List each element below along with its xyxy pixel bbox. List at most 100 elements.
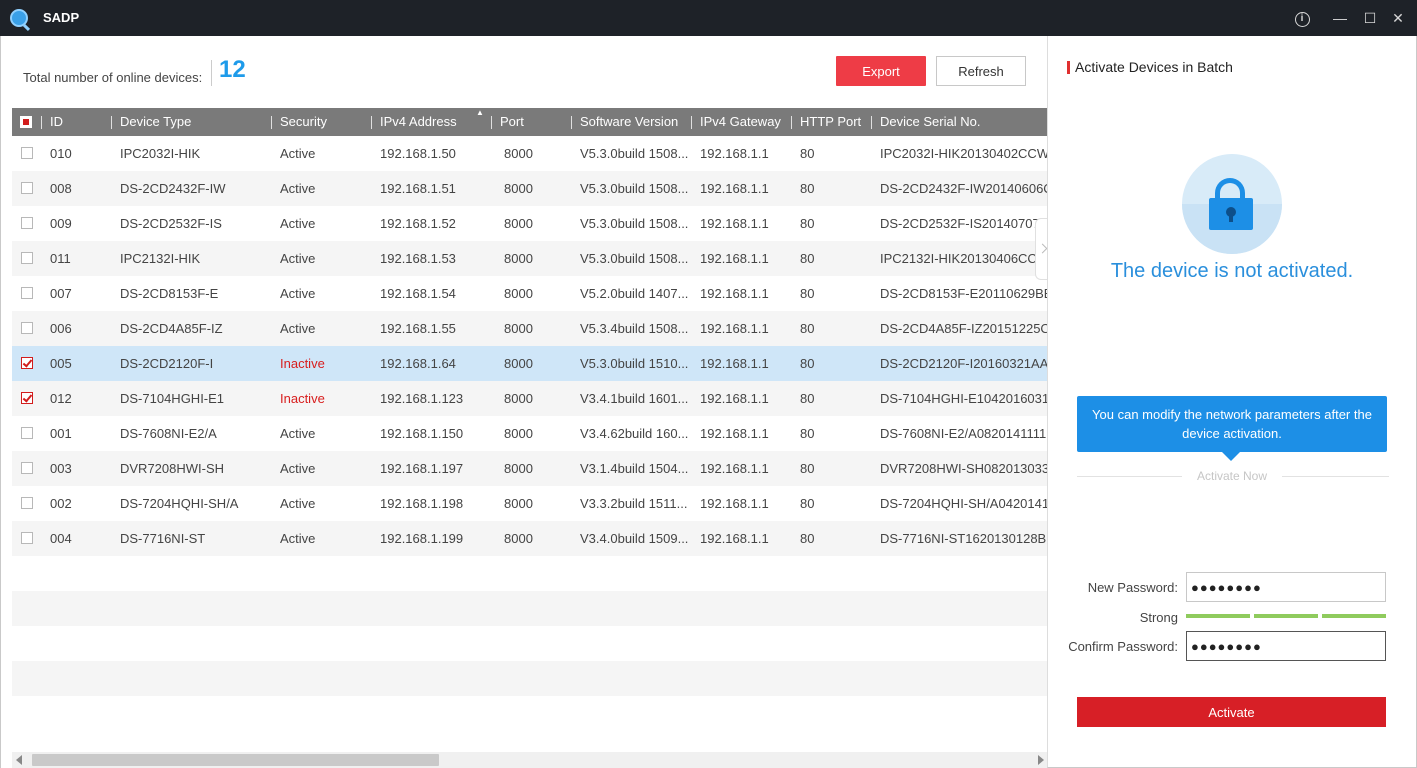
scroll-right-icon[interactable] (1038, 755, 1044, 765)
cell-ipv4-gateway: 192.168.1.1 (700, 461, 769, 476)
cell-device-id: 012 (50, 391, 72, 406)
table-row[interactable]: 005 DS-2CD2120F-I Inactive 192.168.1.64 8000… (12, 346, 1048, 381)
cell-software-version: V5.3.0build 1508... (580, 216, 689, 231)
row-checkbox[interactable] (21, 392, 33, 404)
cell-ipv4-address: 192.168.1.123 (380, 391, 464, 406)
row-checkbox[interactable] (21, 427, 33, 439)
table-row[interactable]: 006 DS-2CD4A85F-IZ Active 192.168.1.55 8000 V… (12, 311, 1048, 346)
column-header-id[interactable]: ID (41, 108, 63, 136)
table-row[interactable]: 012 DS-7104HGHI-E1 Inactive 192.168.1.123 80… (12, 381, 1048, 416)
cell-device-serial: DS-2CD2432F-IW20140606CC (880, 181, 1048, 196)
cell-device-id: 001 (50, 426, 72, 441)
cell-device-type: DS-7608NI-E2/A (120, 426, 217, 441)
cell-device-serial: DS-7204HQHI-SH/A04201411 (880, 496, 1048, 511)
cell-software-version: V5.3.0build 1508... (580, 146, 689, 161)
cell-http-port: 80 (800, 181, 815, 196)
minimize-button[interactable]: — (1330, 8, 1350, 28)
cell-http-port: 80 (800, 496, 815, 511)
table-row[interactable]: 009 DS-2CD2532F-IS Active 192.168.1.52 8000 V… (12, 206, 1048, 241)
cell-software-version: V5.3.0build 1510... (580, 356, 689, 371)
column-header-device-serial-no[interactable]: Device Serial No. (870, 108, 980, 136)
cell-port: 8000 (504, 496, 533, 511)
row-checkbox[interactable] (21, 182, 33, 194)
table-row[interactable]: 011 IPC2132I-HIK Active 192.168.1.53 8000 V5.… (12, 241, 1048, 276)
cell-ipv4-gateway: 192.168.1.1 (700, 356, 769, 371)
cell-ipv4-address: 192.168.1.150 (380, 426, 464, 441)
cell-ipv4-address: 192.168.1.64 (380, 356, 456, 371)
row-checkbox[interactable] (21, 147, 33, 159)
cell-security-status: Active (280, 251, 316, 266)
table-row[interactable]: 008 DS-2CD2432F-IW Active 192.168.1.51 8000 V… (12, 171, 1048, 206)
table-row[interactable]: 010 IPC2032I-HIK Active 192.168.1.50 8000 V5.… (12, 136, 1048, 171)
new-password-field[interactable] (1186, 572, 1386, 602)
cell-security-status: Active (280, 496, 316, 511)
activation-status-text: The device is not activated. (1110, 260, 1354, 282)
table-row[interactable]: 002 DS-7204HQHI-SH/A Active 192.168.1.198 80… (12, 486, 1048, 521)
strength-segment (1254, 614, 1318, 618)
horizontal-scrollbar[interactable] (12, 752, 1048, 768)
refresh-button[interactable]: Refresh (936, 56, 1026, 86)
cell-ipv4-gateway: 192.168.1.1 (700, 216, 769, 231)
column-header-software-version[interactable]: Software Version (570, 108, 678, 136)
table-row[interactable]: 001 DS-7608NI-E2/A Active 192.168.1.150 8000… (12, 416, 1048, 451)
scrollbar-thumb[interactable] (32, 754, 439, 766)
cell-device-serial: IPC2032I-HIK20130402CCWR (880, 146, 1048, 161)
column-header-device-type[interactable]: Device Type (110, 108, 191, 136)
cell-port: 8000 (504, 461, 533, 476)
online-count-label: Total number of online devices: (23, 70, 203, 85)
cell-http-port: 80 (800, 216, 815, 231)
new-password-label: New Password: (1087, 580, 1178, 595)
cell-ipv4-address: 192.168.1.55 (380, 321, 456, 336)
cell-device-serial: DS-7608NI-E2/A0820141111 (880, 426, 1047, 441)
cell-ipv4-gateway: 192.168.1.1 (700, 321, 769, 336)
row-checkbox[interactable] (21, 497, 33, 509)
about-info-icon[interactable]: i (1292, 8, 1312, 28)
cell-security-status: Active (280, 531, 316, 546)
cell-device-type: DS-2CD2120F-I (120, 356, 214, 371)
column-header-http-port[interactable]: HTTP Port (790, 108, 861, 136)
cell-port: 8000 (504, 146, 533, 161)
empty-row (12, 696, 1048, 724)
cell-software-version: V3.4.0build 1509... (580, 531, 689, 546)
window-title: SADP (43, 10, 80, 25)
table-row[interactable]: 007 DS-2CD8153F-E Active 192.168.1.54 8000 V5… (12, 276, 1048, 311)
cell-device-id: 005 (50, 356, 72, 371)
cell-device-id: 010 (50, 146, 72, 161)
scroll-left-icon[interactable] (16, 755, 22, 765)
cell-ipv4-gateway: 192.168.1.1 (700, 286, 769, 301)
title-accent-bar (1067, 61, 1070, 74)
cell-port: 8000 (504, 251, 533, 266)
network-params-tooltip: You can modify the network parameters af… (1077, 396, 1387, 461)
row-checkbox[interactable] (21, 357, 33, 369)
strength-segment (1186, 614, 1250, 618)
column-header-ipv4-gateway[interactable]: IPv4 Gateway (691, 108, 781, 136)
row-checkbox[interactable] (21, 252, 33, 264)
cell-port: 8000 (504, 531, 533, 546)
cell-device-id: 002 (50, 496, 72, 511)
online-count-value: 12 (219, 56, 246, 83)
row-checkbox[interactable] (21, 322, 33, 334)
row-checkbox[interactable] (21, 287, 33, 299)
row-checkbox[interactable] (21, 532, 33, 544)
close-button[interactable]: ✕ (1388, 8, 1408, 28)
column-header-ipv4-address[interactable]: IPv4 Address (371, 108, 457, 136)
title-bar: SADP i — ☐ ✕ (0, 0, 1417, 36)
export-button[interactable]: Export (836, 56, 926, 86)
row-checkbox[interactable] (21, 462, 33, 474)
row-checkbox[interactable] (21, 217, 33, 229)
cell-software-version: V5.3.4build 1508... (580, 321, 689, 336)
cell-http-port: 80 (800, 251, 815, 266)
cell-ipv4-address: 192.168.1.52 (380, 216, 456, 231)
table-row[interactable]: 004 DS-7716NI-ST Active 192.168.1.199 8000 V3… (12, 521, 1048, 556)
activate-button[interactable]: Activate (1077, 697, 1386, 727)
table-row[interactable]: 003 DVR7208HWI-SH Active 192.168.1.197 8000 V… (12, 451, 1048, 486)
confirm-password-field[interactable] (1186, 631, 1386, 661)
select-all-checkbox[interactable] (20, 116, 32, 128)
cell-software-version: V5.2.0build 1407... (580, 286, 689, 301)
cell-software-version: V3.3.2build 1511... (580, 496, 688, 511)
column-header-port[interactable]: Port (491, 108, 524, 136)
cell-port: 8000 (504, 286, 533, 301)
maximize-button[interactable]: ☐ (1360, 8, 1380, 28)
column-header-security[interactable]: Security (271, 108, 327, 136)
lock-body (1209, 198, 1253, 230)
